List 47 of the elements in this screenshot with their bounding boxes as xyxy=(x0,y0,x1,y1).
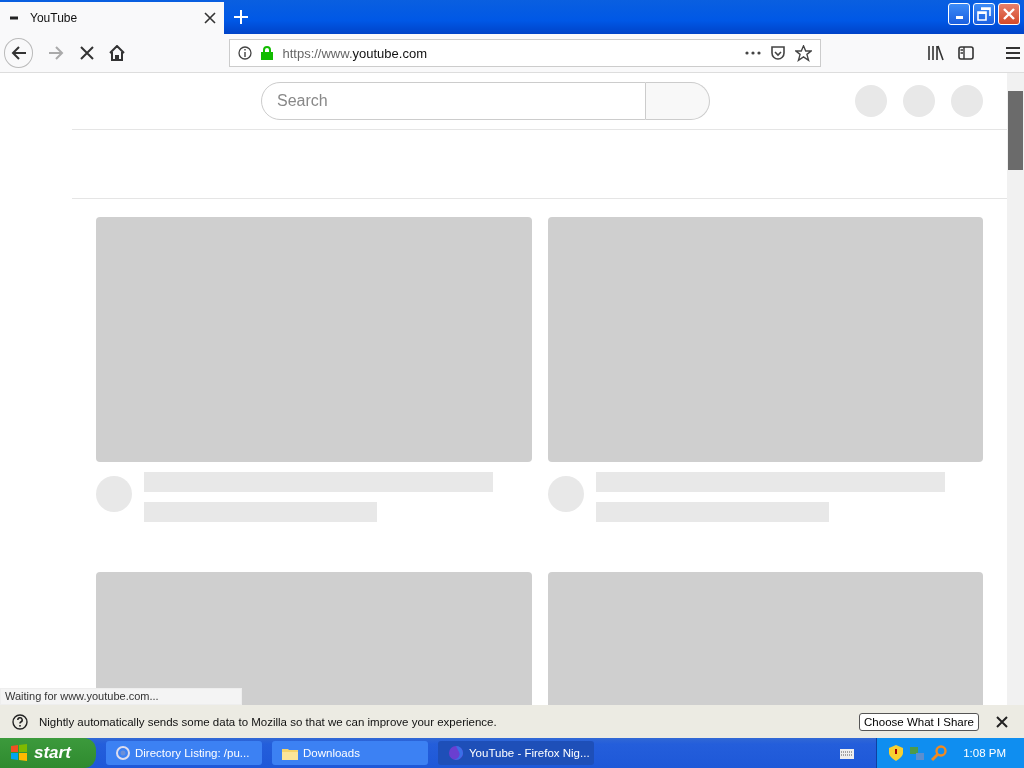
firefox-icon xyxy=(448,745,464,761)
choose-share-button[interactable]: Choose What I Share xyxy=(859,712,979,731)
browser-icon xyxy=(116,746,130,760)
tab-title: YouTube xyxy=(30,11,79,25)
star-icon[interactable] xyxy=(795,44,812,62)
search-field[interactable]: Search xyxy=(261,82,646,120)
stop-icon[interactable] xyxy=(79,45,96,61)
shield-icon[interactable] xyxy=(889,745,904,761)
task-label: YouTube - Firefox Nig... xyxy=(469,747,590,759)
menu-icon[interactable] xyxy=(1006,47,1020,59)
status-text: Waiting for www.youtube.com... xyxy=(0,688,242,705)
close-icon[interactable] xyxy=(996,715,1008,728)
start-button[interactable]: start xyxy=(0,738,96,768)
close-icon xyxy=(1002,7,1016,21)
start-label: start xyxy=(34,743,71,763)
info-icon[interactable] xyxy=(238,46,253,60)
help-icon xyxy=(12,713,28,730)
windows-logo-icon xyxy=(10,744,28,762)
taskbar-button[interactable]: Directory Listing: /pu... xyxy=(106,741,262,765)
taskbar-button[interactable]: YouTube - Firefox Nig... xyxy=(438,741,594,765)
keyboard-icon[interactable] xyxy=(840,747,855,759)
library-icon[interactable] xyxy=(927,45,944,61)
back-arrow-icon xyxy=(9,44,28,62)
scrollbar-thumb[interactable] xyxy=(1008,91,1023,170)
address-bar[interactable]: https://www.youtube.com xyxy=(229,39,821,67)
new-tab-icon[interactable] xyxy=(234,10,248,24)
scrollbar[interactable] xyxy=(1007,73,1024,705)
minimize-button[interactable] xyxy=(948,3,970,25)
taskbar-button[interactable]: Downloads xyxy=(272,741,428,765)
browser-tab[interactable]: YouTube xyxy=(0,2,224,34)
notification-message: Nightly automatically sends some data to Mozilla so that we can improve your experience. xyxy=(39,715,498,728)
close-window-button[interactable] xyxy=(998,3,1020,25)
sidebar-icon[interactable] xyxy=(958,46,974,60)
pocket-icon[interactable] xyxy=(770,45,786,61)
more-icon[interactable] xyxy=(745,51,761,55)
url-text: https://www.youtube.com xyxy=(282,45,428,61)
home-icon[interactable] xyxy=(109,45,126,61)
clock: 1:08 PM xyxy=(963,747,1006,759)
task-label: Directory Listing: /pu... xyxy=(135,747,250,759)
task-label: Downloads xyxy=(303,747,360,759)
minimize-icon xyxy=(955,16,963,19)
close-icon[interactable] xyxy=(204,12,216,24)
padlock-icon xyxy=(261,46,274,60)
restore-button[interactable] xyxy=(973,3,995,25)
folder-icon xyxy=(282,746,298,760)
loading-icon xyxy=(10,16,18,20)
restore-icon xyxy=(977,7,991,21)
